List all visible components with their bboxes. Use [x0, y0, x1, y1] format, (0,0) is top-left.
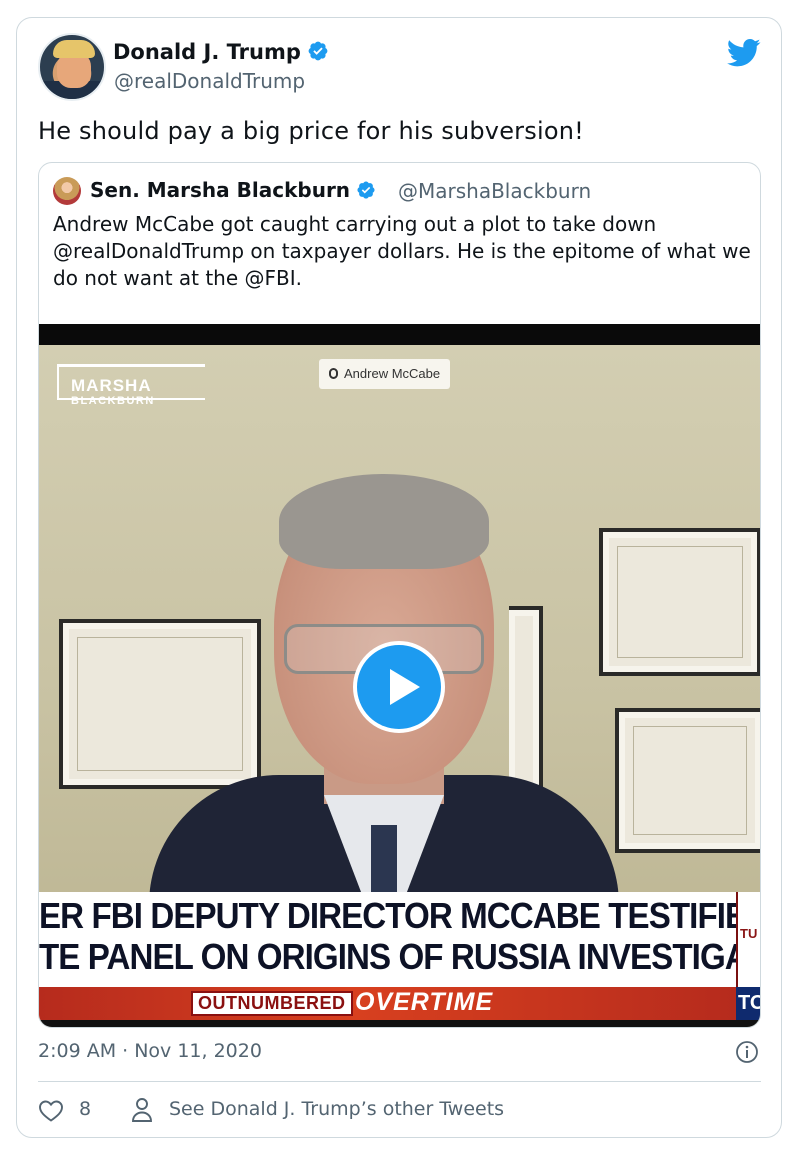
- show-ticker: OUTNUMBERED OVERTIME: [39, 987, 736, 1020]
- twitter-bird-icon[interactable]: [727, 38, 761, 68]
- show-suffix: OVERTIME: [355, 988, 494, 1016]
- participant-name-tag: Andrew McCabe: [319, 359, 451, 389]
- tweet-timestamp[interactable]: 2:09 AM · Nov 11, 2020: [38, 1040, 262, 1062]
- see-other-tweets-link[interactable]: See Donald J. Trump’s other Tweets: [169, 1098, 504, 1120]
- author-name-text[interactable]: Donald J. Trump: [113, 40, 301, 64]
- author-display-name[interactable]: Donald J. Trump: [113, 40, 329, 64]
- verified-badge-icon: [308, 41, 328, 61]
- like-count[interactable]: 8: [79, 1098, 91, 1120]
- video-letterbox-bottom: [39, 1020, 760, 1027]
- info-icon[interactable]: [735, 1040, 759, 1064]
- author-avatar[interactable]: [38, 33, 106, 101]
- person-icon[interactable]: [131, 1097, 153, 1123]
- heart-icon[interactable]: [38, 1099, 64, 1123]
- participant-name: Andrew McCabe: [344, 366, 441, 381]
- quoted-tweet[interactable]: Sen. Marsha Blackburn @MarshaBlackburn A…: [38, 162, 761, 1028]
- show-name: OUTNUMBERED: [191, 991, 353, 1016]
- chyron-line-1: ER FBI DEPUTY DIRECTOR MCCABE TESTIFIES …: [39, 895, 760, 936]
- tweet-card: Donald J. Trump @realDonaldTrump He shou…: [16, 17, 782, 1138]
- quoted-author-handle: @MarshaBlackburn: [398, 179, 592, 203]
- news-chyron: ER FBI DEPUTY DIRECTOR MCCABE TESTIFIES …: [39, 892, 760, 987]
- quoted-author-name-text: Sen. Marsha Blackburn: [90, 178, 351, 202]
- framed-diploma-right-bottom: [615, 708, 760, 853]
- blackburn-logo: MARSHA BLACKBURN: [57, 364, 207, 424]
- verified-badge-icon: [357, 181, 375, 199]
- chyron-side-panel: TU: [736, 892, 760, 987]
- video-letterbox-top: [39, 324, 760, 345]
- quoted-author-display-name: Sen. Marsha Blackburn: [90, 178, 376, 202]
- framed-diploma-right-top: [599, 528, 760, 676]
- video-player[interactable]: Andrew McCabe MARSHA BLACKBURN ER FBI DE…: [39, 324, 760, 1027]
- tweet-text: He should pay a big price for his subver…: [38, 117, 584, 145]
- play-button[interactable]: [353, 641, 445, 733]
- quoted-author-avatar: [53, 177, 81, 205]
- footer-divider: [38, 1081, 761, 1082]
- author-handle[interactable]: @realDonaldTrump: [114, 69, 305, 93]
- ticker-side-panel: TO: [736, 987, 760, 1020]
- chyron-line-2: TE PANEL ON ORIGINS OF RUSSIA INVESTIGAT…: [39, 936, 760, 977]
- microphone-icon: [329, 368, 338, 379]
- quoted-tweet-text: Andrew McCabe got caught carrying out a …: [53, 212, 751, 290]
- play-icon: [390, 669, 420, 705]
